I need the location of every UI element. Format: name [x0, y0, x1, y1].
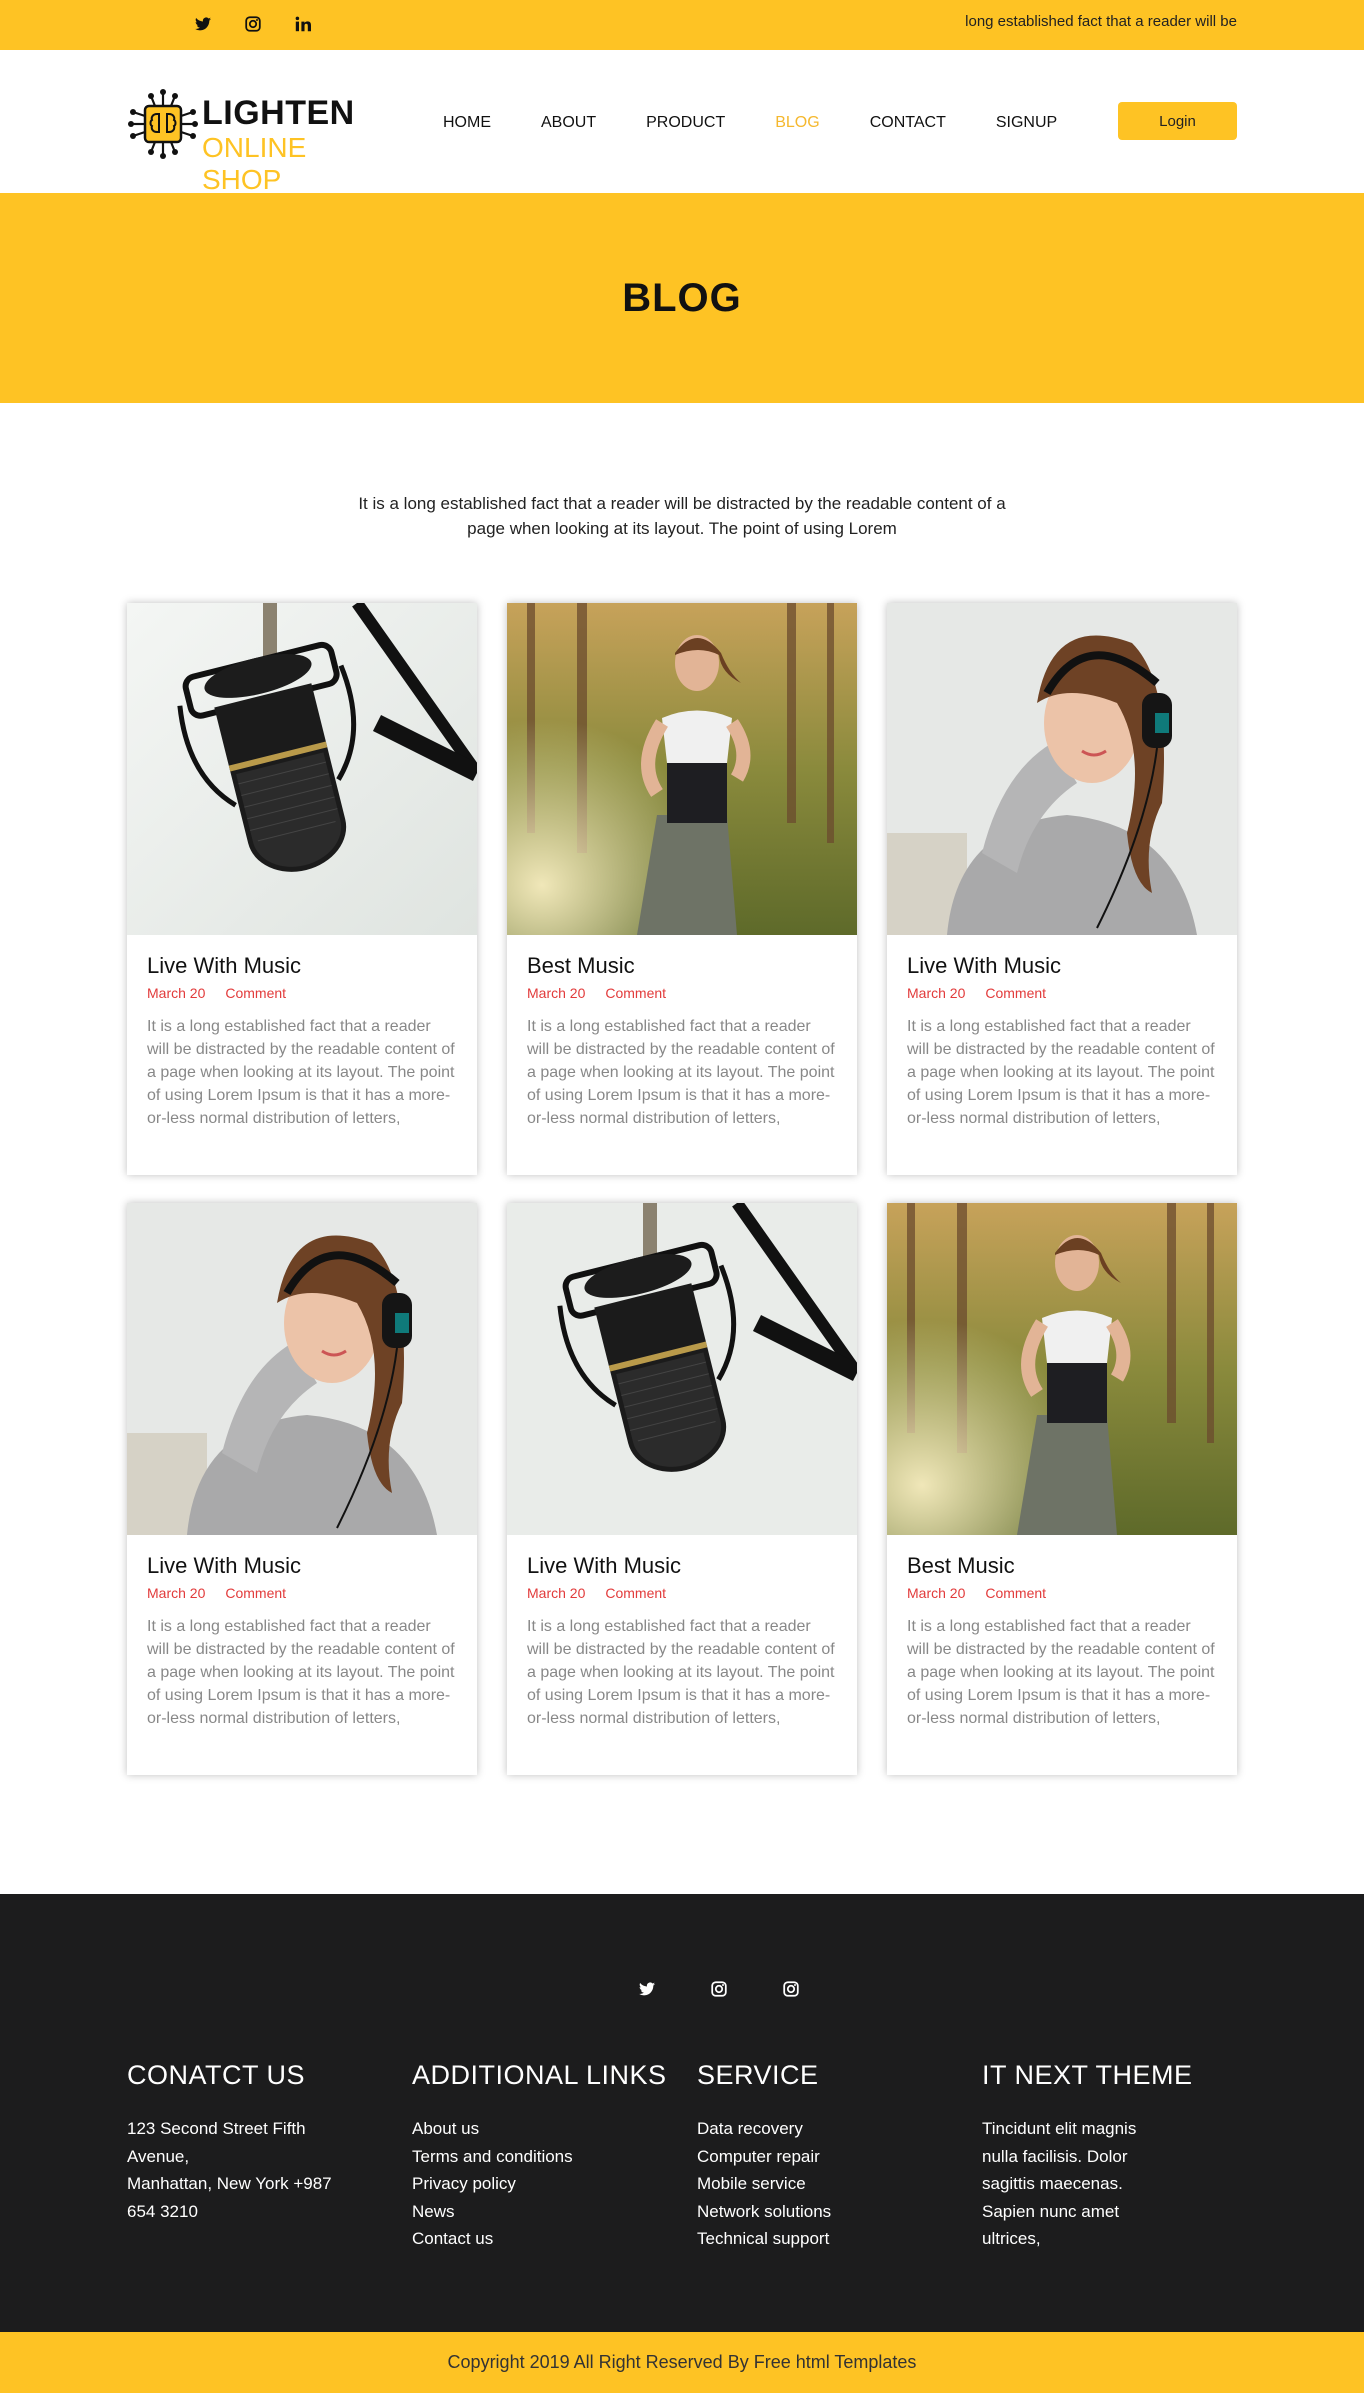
site-footer: CONATCT US 123 Second Street Fifth Avenu… — [0, 1894, 1364, 2332]
footer-link-terms[interactable]: Terms and conditions — [412, 2143, 672, 2171]
footer-service-link[interactable]: Computer repair — [697, 2143, 957, 2171]
intro-text: It is a long established fact that a rea… — [358, 494, 1006, 538]
card-meta: March 20 Comment — [907, 1585, 1217, 1601]
login-button[interactable]: Login — [1118, 102, 1237, 140]
logo-text-primary: LIGHTEN — [202, 94, 355, 132]
card-excerpt: It is a long established fact that a rea… — [527, 1618, 835, 1727]
footer-theme-text: nulla facilisis. Dolor — [982, 2146, 1128, 2166]
footer-address-line: 123 Second Street Fifth — [127, 2119, 306, 2138]
footer-link-about[interactable]: About us — [412, 2115, 672, 2143]
footer-heading: IT NEXT THEME — [982, 2060, 1193, 2090]
footer-heading: ADDITIONAL LINKS — [412, 2060, 667, 2090]
instagram-icon[interactable] — [708, 1978, 730, 2000]
footer-social-links — [636, 1978, 802, 2000]
footer-service-link[interactable]: Mobile service — [697, 2170, 957, 2198]
nav-contact[interactable]: CONTACT — [870, 114, 946, 132]
card-excerpt: It is a long established fact that a rea… — [907, 1618, 1215, 1727]
card-title[interactable]: Live With Music — [907, 953, 1217, 979]
card-comment-link[interactable]: Comment — [605, 985, 666, 1001]
footer-column-links: ADDITIONAL LINKS About us Terms and cond… — [412, 2060, 672, 2253]
card-date: March 20 — [907, 985, 966, 1001]
top-tagline: long established fact that a reader will… — [965, 13, 1237, 30]
footer-address-line: 654 3210 — [127, 2201, 198, 2221]
card-title[interactable]: Live With Music — [147, 953, 457, 979]
card-image-microphone[interactable] — [507, 1203, 857, 1535]
nav-signup[interactable]: SIGNUP — [996, 114, 1057, 132]
nav-blog[interactable]: BLOG — [775, 114, 819, 132]
card-date: March 20 — [527, 985, 586, 1001]
footer-service-link[interactable]: Network solutions — [697, 2198, 957, 2226]
blog-card[interactable]: Live With Music March 20 Comment It is a… — [887, 603, 1237, 1175]
blog-card[interactable]: Live With Music March 20 Comment It is a… — [127, 603, 477, 1175]
footer-column-service: SERVICE Data recovery Computer repair Mo… — [697, 2060, 957, 2253]
site-logo[interactable]: LIGHTEN ONLINE SHOP — [127, 88, 387, 195]
footer-column-contact: CONATCT US 123 Second Street Fifth Avenu… — [127, 2060, 387, 2225]
card-image-headphones-woman[interactable] — [127, 1203, 477, 1535]
nav-about[interactable]: ABOUT — [541, 114, 596, 132]
card-image-runner[interactable] — [887, 1203, 1237, 1535]
card-comment-link[interactable]: Comment — [605, 1585, 666, 1601]
logo-text-secondary: ONLINE SHOP — [202, 132, 307, 195]
card-meta: March 20 Comment — [147, 1585, 457, 1601]
footer-theme-text: Sapien nunc amet — [982, 2201, 1120, 2221]
footer-link-contact[interactable]: Contact us — [412, 2225, 672, 2253]
footer-heading: SERVICE — [697, 2060, 819, 2090]
footer-link-news[interactable]: News — [412, 2198, 672, 2226]
page-title: BLOG — [622, 275, 742, 320]
footer-address-line: Manhattan, New York +987 — [127, 2174, 332, 2193]
footer-service-link[interactable]: Data recovery — [697, 2115, 957, 2143]
site-header: LIGHTEN ONLINE SHOP HOME ABOUT PRODUCT B… — [0, 50, 1364, 195]
card-comment-link[interactable]: Comment — [985, 1585, 1046, 1601]
twitter-icon[interactable] — [636, 1978, 658, 2000]
card-meta: March 20 Comment — [527, 1585, 837, 1601]
card-date: March 20 — [527, 1585, 586, 1601]
card-title[interactable]: Best Music — [527, 953, 837, 979]
blog-card[interactable]: Live With Music March 20 Comment It is a… — [127, 1203, 477, 1775]
blog-card[interactable]: Best Music March 20 Comment It is a long… — [887, 1203, 1237, 1775]
card-comment-link[interactable]: Comment — [985, 985, 1046, 1001]
top-bar: long established fact that a reader will… — [0, 0, 1364, 50]
blog-card[interactable]: Live With Music March 20 Comment It is a… — [507, 1203, 857, 1775]
footer-link-privacy[interactable]: Privacy policy — [412, 2170, 672, 2198]
card-excerpt: It is a long established fact that a rea… — [147, 1018, 455, 1127]
card-excerpt: It is a long established fact that a rea… — [527, 1018, 835, 1127]
card-meta: March 20 Comment — [147, 985, 457, 1001]
card-title[interactable]: Live With Music — [527, 1553, 837, 1579]
footer-theme-text: sagittis maecenas. — [982, 2174, 1123, 2193]
copyright-bar: Copyright 2019 All Right Reserved By Fre… — [0, 2332, 1364, 2393]
twitter-icon[interactable] — [193, 14, 213, 34]
card-excerpt: It is a long established fact that a rea… — [907, 1018, 1215, 1127]
card-title[interactable]: Live With Music — [147, 1553, 457, 1579]
card-date: March 20 — [147, 985, 206, 1001]
card-image-headphones-woman[interactable] — [887, 603, 1237, 935]
footer-heading: CONATCT US — [127, 2060, 306, 2090]
card-title[interactable]: Best Music — [907, 1553, 1217, 1579]
card-image-microphone[interactable] — [127, 603, 477, 935]
blog-card[interactable]: Best Music March 20 Comment It is a long… — [507, 603, 857, 1175]
footer-service-link[interactable]: Technical support — [697, 2225, 957, 2253]
card-image-runner[interactable] — [507, 603, 857, 935]
footer-address-line: Avenue, — [127, 2146, 190, 2166]
linkedin-icon[interactable] — [293, 14, 313, 34]
page-banner: BLOG — [0, 193, 1364, 403]
card-comment-link[interactable]: Comment — [225, 985, 286, 1001]
card-date: March 20 — [907, 1585, 966, 1601]
main-nav: HOME ABOUT PRODUCT BLOG CONTACT SIGNUP — [443, 114, 1107, 132]
chip-brain-icon — [128, 89, 198, 159]
instagram-icon[interactable] — [243, 14, 263, 34]
top-social-links — [193, 14, 313, 34]
card-excerpt: It is a long established fact that a rea… — [147, 1618, 455, 1727]
footer-theme-text: Tincidunt elit magnis — [982, 2119, 1137, 2138]
card-comment-link[interactable]: Comment — [225, 1585, 286, 1601]
card-date: March 20 — [147, 1585, 206, 1601]
footer-theme-text: ultrices, — [982, 2229, 1041, 2248]
card-meta: March 20 Comment — [527, 985, 837, 1001]
card-meta: March 20 Comment — [907, 985, 1217, 1001]
footer-column-theme: IT NEXT THEME Tincidunt elit magnis null… — [982, 2060, 1242, 2253]
nav-home[interactable]: HOME — [443, 114, 491, 132]
nav-product[interactable]: PRODUCT — [646, 114, 725, 132]
instagram-icon[interactable] — [780, 1978, 802, 2000]
